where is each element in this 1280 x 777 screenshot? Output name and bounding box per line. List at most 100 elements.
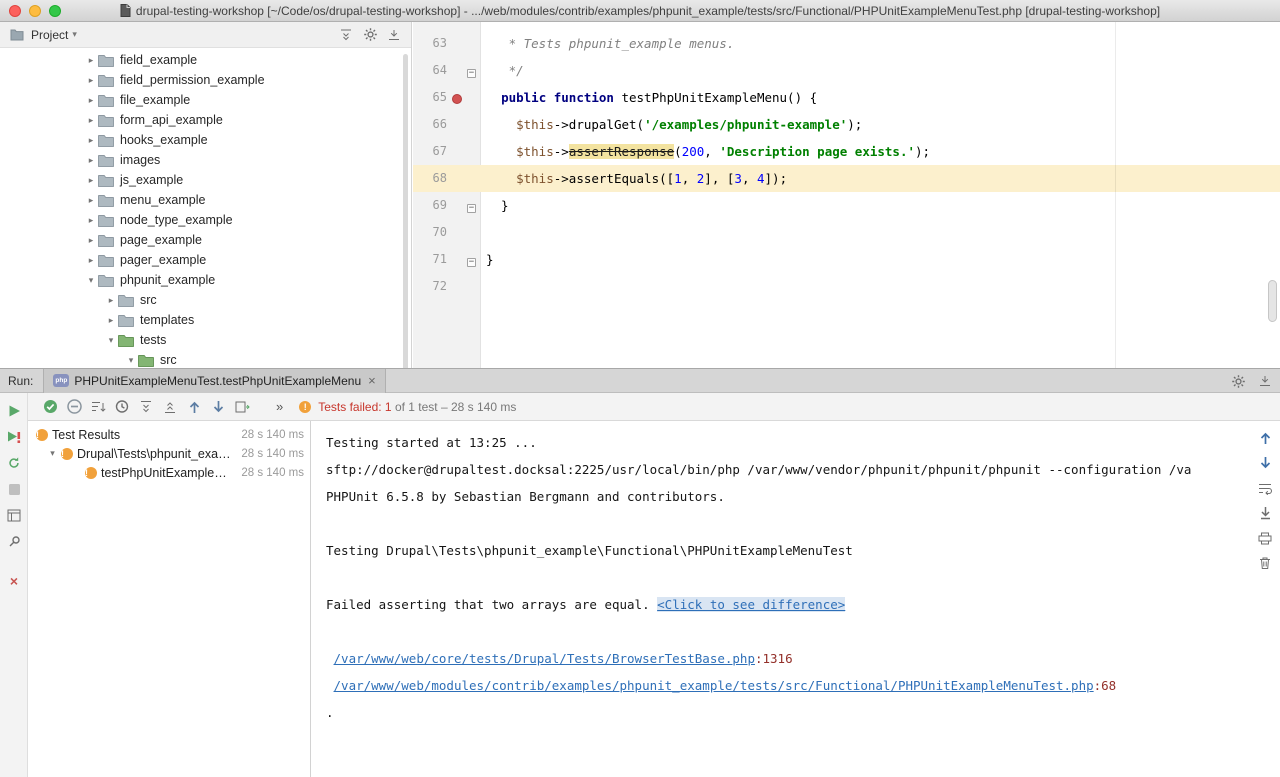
editor-scrollbar[interactable] [1268,280,1277,322]
chevron-down-icon[interactable]: ▾ [46,448,59,459]
editor-line[interactable]: 69− } [413,192,1280,219]
project-tree-item[interactable]: ▾phpunit_example [0,270,403,290]
console-link[interactable]: <Click to see difference> [657,597,845,612]
editor-line[interactable]: 63 * Tests phpunit_example menus. [413,30,1280,57]
project-tree-item[interactable]: ▸templates [0,310,403,330]
minimize-window-button[interactable] [29,5,41,17]
project-tree-item[interactable]: ▸node_type_example [0,210,403,230]
chevron-right-icon[interactable]: ▸ [84,55,98,66]
project-tree-item[interactable]: ▸form_api_example [0,110,403,130]
console[interactable]: Testing started at 13:25 ...sftp://docke… [312,421,1280,777]
project-tree-item[interactable]: ▸src [0,290,403,310]
sort-alphabetically-icon[interactable] [90,399,106,415]
scroll-to-end-icon[interactable] [1257,505,1273,521]
project-tree-item[interactable]: ▸field_permission_example [0,70,403,90]
editor-line[interactable]: 67 $this->assertResponse(200, 'Descripti… [413,138,1280,165]
chevron-right-icon[interactable]: ▸ [84,95,98,106]
project-tree-item[interactable]: ▾tests [0,330,403,350]
close-run-panel-icon[interactable]: × [6,573,22,589]
up-stack-trace-icon[interactable] [1257,430,1273,446]
chevron-right-icon[interactable]: ▸ [104,295,118,306]
project-tree-item[interactable]: ▾src [0,350,403,368]
project-tree-item[interactable]: ▸hooks_example [0,130,403,150]
toggle-auto-test-icon[interactable] [6,455,22,471]
code-token: */ [486,63,524,78]
project-tree-item[interactable]: ▸file_example [0,90,403,110]
previous-failed-icon[interactable] [186,399,202,415]
overflow-chevrons-icon[interactable]: » [276,399,283,414]
project-tree-item[interactable]: ▸js_example [0,170,403,190]
chevron-right-icon[interactable]: ▸ [84,235,98,246]
editor-line[interactable]: 66 $this->drupalGet('/examples/phpunit-e… [413,111,1280,138]
fold-icon[interactable]: − [467,258,476,267]
stop-button[interactable] [6,481,22,497]
clear-console-icon[interactable] [1257,555,1273,571]
chevron-down-icon[interactable]: ▾ [72,29,77,40]
close-window-button[interactable] [9,5,21,17]
chevron-down-icon[interactable]: ▾ [84,275,98,286]
soft-wrap-icon[interactable] [1257,480,1273,496]
rerun-button[interactable] [6,403,22,419]
next-failed-icon[interactable] [210,399,226,415]
failed-test-gutter-icon[interactable] [452,94,462,104]
chevron-right-icon[interactable]: ▸ [84,115,98,126]
test-tree-row[interactable]: ▾!Drupal\Tests\phpunit_example28 s 140 m… [28,444,310,463]
editor-gutter: 65 [413,84,481,111]
project-tree-item[interactable]: ▸page_example [0,230,403,250]
chevron-right-icon[interactable]: ▸ [84,195,98,206]
project-scrollbar[interactable] [403,54,408,368]
pin-tab-icon[interactable] [6,533,22,549]
test-tree-row[interactable]: !Test Results28 s 140 ms [28,425,310,444]
editor-line[interactable]: 65 public function testPhpUnitExampleMen… [413,84,1280,111]
show-ignored-icon[interactable] [66,399,82,415]
down-stack-trace-icon[interactable] [1257,455,1273,471]
restore-layout-icon[interactable] [6,507,22,523]
test-history-icon[interactable] [234,399,250,415]
project-panel-title[interactable]: Project [31,28,68,42]
project-tree-item[interactable]: ▸ menu_example [0,190,403,210]
chevron-right-icon[interactable]: ▸ [84,215,98,226]
chevron-right-icon[interactable]: ▸ [104,315,118,326]
project-tree-item[interactable]: ▸pager_example [0,250,403,270]
sort-by-duration-icon[interactable] [114,399,130,415]
expand-all-icon[interactable] [138,399,154,415]
line-number: 68 [413,165,447,192]
hide-passed-icon[interactable] [42,399,58,415]
folder-name: menu_example [120,193,205,207]
zoom-window-button[interactable] [49,5,61,17]
settings-gear-icon[interactable] [361,26,379,44]
chevron-right-icon[interactable]: ▸ [84,135,98,146]
collapse-all-icon[interactable] [162,399,178,415]
fold-icon[interactable]: − [467,204,476,213]
run-settings-gear-icon[interactable] [1231,374,1246,389]
chevron-down-icon[interactable]: ▾ [124,355,138,366]
chevron-right-icon[interactable]: ▸ [84,175,98,186]
line-number: 72 [413,273,447,300]
chevron-right-icon[interactable]: ▸ [84,75,98,86]
code-token: ->drupalGet( [554,117,644,132]
fold-icon[interactable]: − [467,69,476,78]
hide-run-panel-icon[interactable] [1258,374,1272,388]
project-tree-item[interactable]: ▸field_example [0,50,403,70]
print-icon[interactable] [1257,530,1273,546]
chevron-right-icon[interactable]: ▸ [84,155,98,166]
editor-gutter: 71− [413,246,481,273]
run-tab[interactable]: php PHPUnitExampleMenuTest.testPhpUnitEx… [43,369,385,393]
console-link[interactable]: /var/www/web/core/tests/Drupal/Tests/Bro… [334,651,755,666]
project-tree-item[interactable]: ▸images [0,150,403,170]
editor-line[interactable]: 71−} [413,246,1280,273]
editor-line[interactable]: 70 [413,219,1280,246]
test-tree-row[interactable]: !testPhpUnitExampleMenu28 s 140 ms [28,463,310,482]
chevron-right-icon[interactable]: ▸ [84,255,98,266]
close-tab-icon[interactable]: × [368,373,376,388]
editor-line[interactable]: 68 $this->assertEquals([1, 2], [3, 4]); [413,165,1280,192]
console-link[interactable]: /var/www/web/modules/contrib/examples/ph… [334,678,1094,693]
editor[interactable]: 63 * Tests phpunit_example menus.64− */6… [413,22,1280,368]
rerun-failed-tests-button[interactable] [6,429,22,445]
hide-panel-icon[interactable] [385,26,403,44]
editor-line[interactable]: 72 [413,273,1280,300]
chevron-down-icon[interactable]: ▾ [104,335,118,346]
editor-line[interactable]: 64− */ [413,57,1280,84]
editor-gutter: 63 [413,30,481,57]
collapse-all-icon[interactable] [337,26,355,44]
